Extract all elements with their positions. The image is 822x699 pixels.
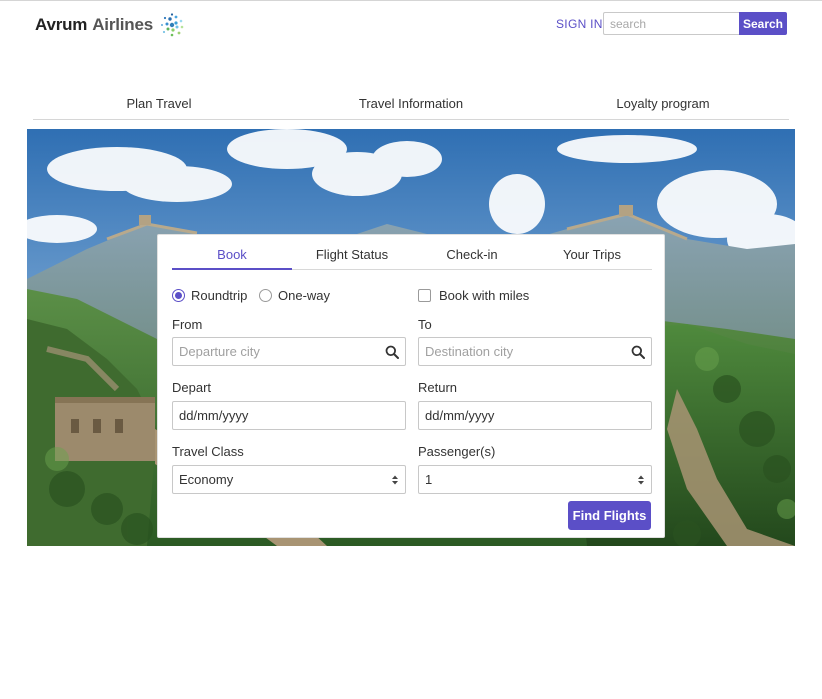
search-button[interactable]: Search: [739, 12, 787, 35]
to-field[interactable]: [418, 337, 652, 366]
from-input[interactable]: [179, 344, 385, 359]
window-top-border: [0, 0, 822, 1]
depart-date-value: dd/mm/yyyy: [179, 408, 249, 423]
from-label: From: [172, 317, 203, 332]
main-nav: Plan Travel Travel Information Loyalty p…: [33, 88, 789, 120]
search-icon[interactable]: [385, 345, 399, 359]
tab-check-in[interactable]: Check-in: [412, 241, 532, 269]
dotted-spiral-logo-icon: [160, 13, 184, 37]
oneway-label: One-way: [278, 288, 331, 303]
booking-card: Book Flight Status Check-in Your Trips R…: [157, 234, 665, 538]
roundtrip-label: Roundtrip: [191, 288, 248, 303]
brand-name-second: Airlines: [92, 15, 153, 34]
to-input[interactable]: [425, 344, 631, 359]
sign-in-link[interactable]: SIGN IN: [556, 17, 603, 31]
tab-flight-status[interactable]: Flight Status: [292, 241, 412, 269]
brand-name-first: Avrum: [35, 15, 88, 34]
find-flights-button[interactable]: Find Flights: [568, 501, 651, 530]
from-field[interactable]: [172, 337, 406, 366]
search-input[interactable]: [603, 12, 740, 35]
tab-your-trips[interactable]: Your Trips: [532, 241, 652, 269]
depart-date-field[interactable]: dd/mm/yyyy: [172, 401, 406, 430]
to-label: To: [418, 317, 432, 332]
select-arrows-icon: [638, 475, 644, 484]
travel-class-select[interactable]: Economy: [172, 465, 406, 494]
roundtrip-option[interactable]: Roundtrip: [172, 288, 247, 303]
passengers-value: 1: [425, 472, 433, 487]
nav-item-plan-travel[interactable]: Plan Travel: [33, 88, 285, 119]
brand-logo[interactable]: Avrum Airlines: [35, 10, 185, 40]
book-with-miles-option[interactable]: Book with miles: [418, 288, 529, 303]
passengers-label: Passenger(s): [418, 444, 496, 459]
select-arrows-icon: [392, 475, 398, 484]
travel-class-value: Economy: [179, 472, 234, 487]
roundtrip-radio[interactable]: [172, 289, 185, 302]
search-icon[interactable]: [631, 345, 645, 359]
book-with-miles-checkbox[interactable]: [418, 289, 431, 302]
nav-item-loyalty-program[interactable]: Loyalty program: [537, 88, 789, 119]
book-with-miles-label: Book with miles: [439, 288, 530, 303]
passengers-select[interactable]: 1: [418, 465, 652, 494]
tab-book[interactable]: Book: [172, 241, 292, 270]
nav-item-travel-information[interactable]: Travel Information: [285, 88, 537, 119]
booking-tabs: Book Flight Status Check-in Your Trips: [172, 241, 652, 270]
depart-label: Depart: [172, 380, 212, 395]
travel-class-label: Travel Class: [172, 444, 244, 459]
oneway-radio[interactable]: [259, 289, 272, 302]
oneway-option[interactable]: One-way: [259, 288, 330, 303]
return-date-field[interactable]: dd/mm/yyyy: [418, 401, 652, 430]
return-date-value: dd/mm/yyyy: [425, 408, 495, 423]
return-label: Return: [418, 380, 458, 395]
